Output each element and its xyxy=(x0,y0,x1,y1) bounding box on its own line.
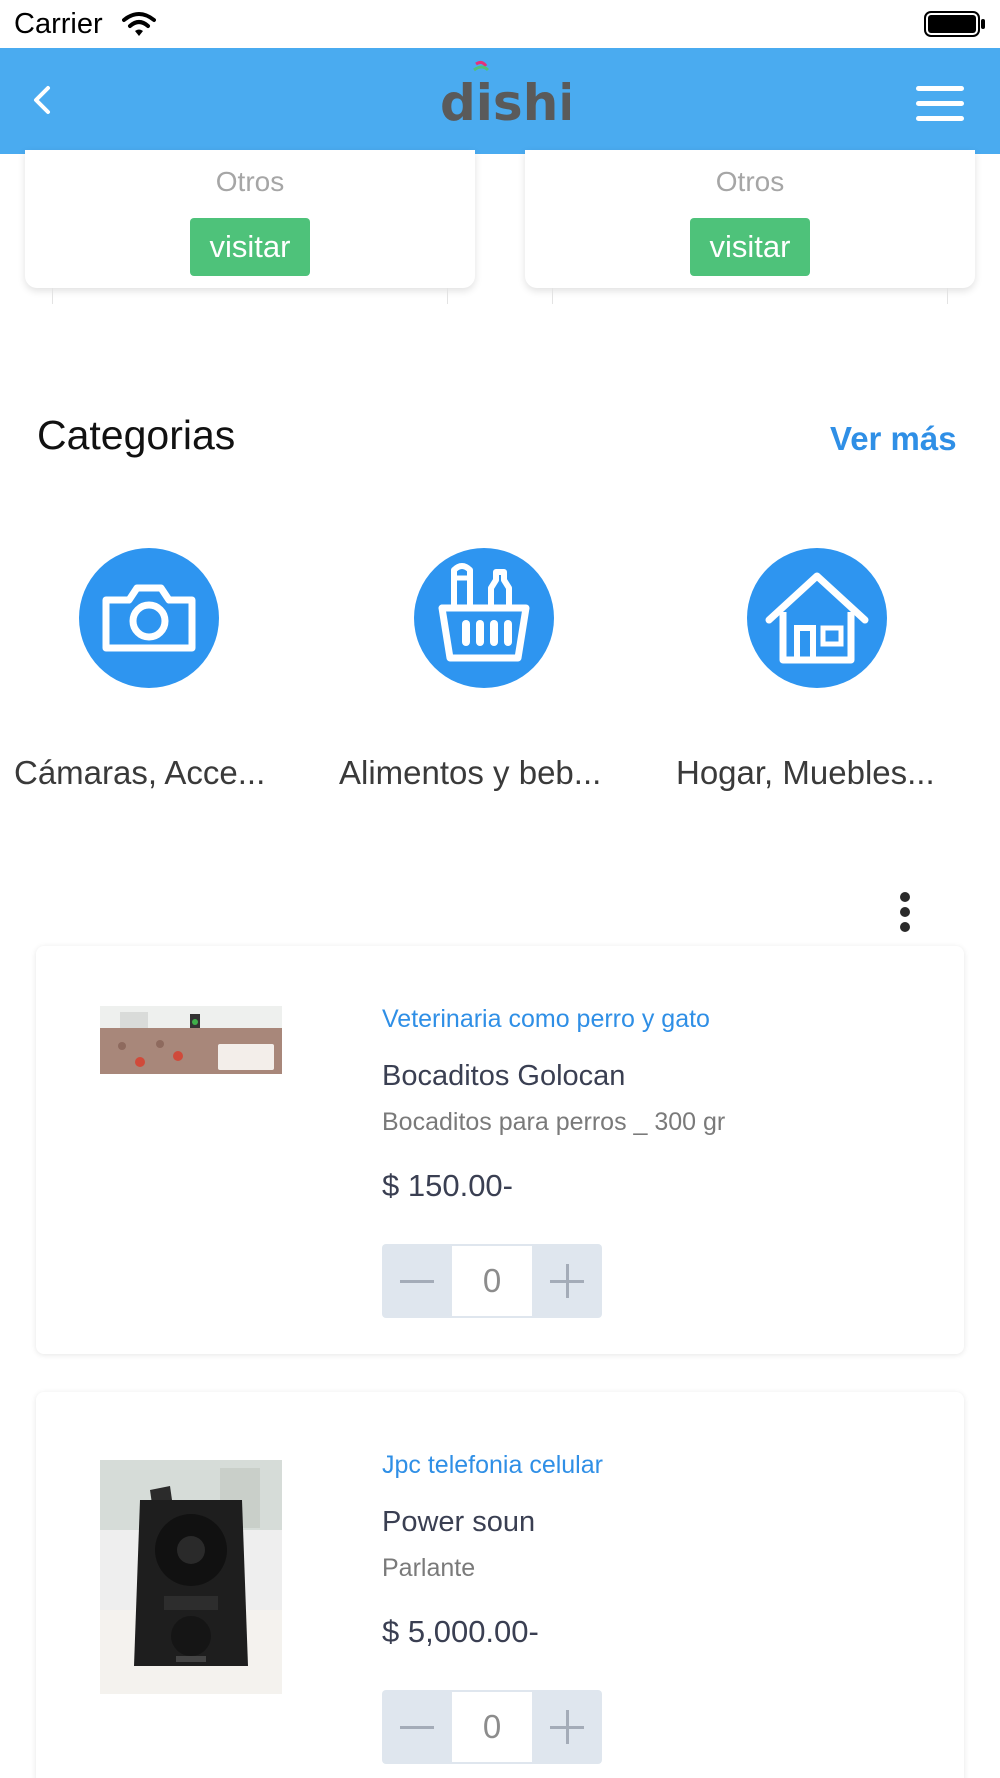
product-price: $ 5,000.00- xyxy=(382,1614,539,1649)
product-description: Bocaditos para perros _ 300 gr xyxy=(382,1108,726,1136)
product-image xyxy=(100,1460,282,1694)
product-card[interactable]: Veterinaria como perro y gato Bocaditos … xyxy=(36,946,964,1354)
store-category: Otros xyxy=(215,166,285,197)
categories-title: Categorias xyxy=(37,412,236,458)
product-card[interactable]: Jpc telefonia celular Power soun Parlant… xyxy=(36,1392,964,1778)
visit-button[interactable]: visitar xyxy=(690,218,810,276)
product-store[interactable]: Veterinaria como perro y gato xyxy=(382,1005,710,1034)
increase-quantity-button[interactable] xyxy=(532,1690,602,1764)
quantity-input[interactable] xyxy=(452,1692,532,1762)
category-label: Alimentos y beb... xyxy=(339,754,602,791)
hamburger-menu-icon[interactable] xyxy=(914,84,966,124)
grocery-basket-icon xyxy=(414,548,554,688)
camera-icon xyxy=(79,548,219,688)
store-category: Otros xyxy=(715,166,785,197)
more-options-icon[interactable] xyxy=(893,890,917,934)
product-description: Parlante xyxy=(382,1554,476,1582)
carrier-label: Carrier xyxy=(14,8,103,40)
product-price: $ 150.00- xyxy=(382,1168,513,1203)
quantity-input[interactable] xyxy=(452,1246,532,1316)
store-card: Otros visitar xyxy=(525,150,975,288)
category-label: Hogar, Muebles... xyxy=(676,754,935,791)
battery-icon xyxy=(924,11,985,37)
see-more-link[interactable]: Ver más xyxy=(830,420,957,458)
house-icon xyxy=(747,548,887,688)
product-name[interactable]: Bocaditos Golocan xyxy=(382,1060,625,1093)
app-header: dishi xyxy=(0,48,1000,154)
card-divider xyxy=(52,288,448,304)
status-bar: Carrier xyxy=(0,0,1000,48)
store-card: Otros visitar xyxy=(25,150,475,288)
product-image xyxy=(100,1006,282,1074)
decrease-quantity-button[interactable] xyxy=(382,1690,452,1764)
visit-button[interactable]: visitar xyxy=(190,218,310,276)
back-chevron-icon[interactable] xyxy=(22,78,62,122)
quantity-stepper xyxy=(382,1690,602,1764)
card-divider xyxy=(552,288,948,304)
increase-quantity-button[interactable] xyxy=(532,1244,602,1318)
dishi-logo: dishi xyxy=(440,58,575,142)
decrease-quantity-button[interactable] xyxy=(382,1244,452,1318)
logo-text: dishi xyxy=(440,74,570,132)
quantity-stepper xyxy=(382,1244,602,1318)
product-name[interactable]: Power soun xyxy=(382,1506,535,1539)
product-store[interactable]: Jpc telefonia celular xyxy=(382,1451,603,1480)
category-label: Cámaras, Acce... xyxy=(14,754,266,791)
wifi-icon xyxy=(122,12,156,36)
